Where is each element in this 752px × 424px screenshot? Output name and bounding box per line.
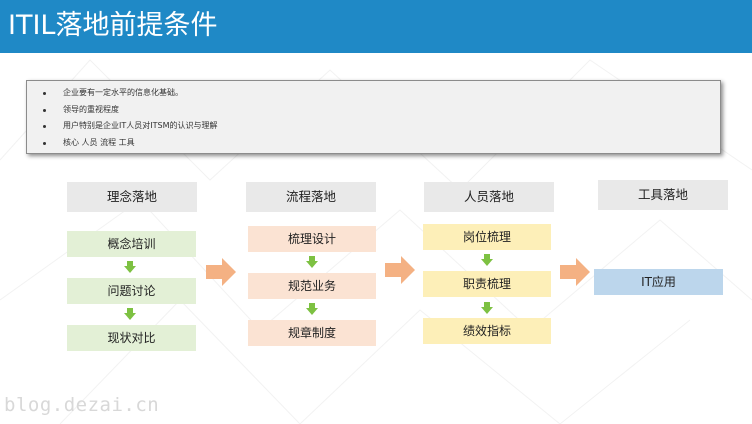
column-heading-people: 人员落地 [424,182,554,212]
bullet-icon [43,141,46,145]
page-title: ITIL落地前提条件 [8,10,218,41]
right-arrow-icon [560,258,590,286]
bullet-icon [43,92,46,95]
down-arrow-icon [306,256,318,268]
bullet-text: 用户特别是企业IT人员对ITSM的认识与理解 [63,121,218,130]
right-arrow-icon [385,256,415,284]
bullet-item: 用户特别是企业IT人员对ITSM的认识与理解 [43,118,720,135]
step-box: 规章制度 [248,320,376,346]
step-box: IT应用 [594,269,723,295]
bullet-item: 核心 人员 流程 工具 [43,135,720,152]
prerequisite-list: 企业要有一定水平的信息化基础。 领导的重视程度 用户特别是企业IT人员对ITSM… [43,85,720,151]
prerequisite-panel: 企业要有一定水平的信息化基础。 领导的重视程度 用户特别是企业IT人员对ITSM… [26,80,721,154]
step-box: 职责梳理 [423,271,551,297]
down-arrow-icon [124,308,136,320]
bullet-item: 领导的重视程度 [43,102,720,119]
bullet-text: 企业要有一定水平的信息化基础。 [63,88,183,97]
down-arrow-icon [124,261,136,273]
bullet-text: 核心 人员 流程 工具 [63,137,135,147]
watermark: blog.dezai.cn [4,394,160,416]
bullet-icon [43,108,46,112]
step-box: 岗位梳理 [423,224,551,250]
down-arrow-icon [481,302,493,314]
step-box: 梳理设计 [248,226,376,252]
step-box: 概念培训 [67,231,196,257]
step-box: 问题讨论 [67,278,196,304]
title-bar: ITIL落地前提条件 [0,0,752,53]
down-arrow-icon [481,254,493,266]
step-box: 规范业务 [248,273,376,299]
down-arrow-icon [306,303,318,315]
right-arrow-icon [206,258,236,286]
bullet-icon [43,125,46,128]
step-box: 现状对比 [67,325,196,351]
bullet-item: 企业要有一定水平的信息化基础。 [43,85,720,102]
column-heading-process: 流程落地 [246,182,376,212]
column-heading-tools: 工具落地 [598,180,728,210]
background-polygons [0,59,752,424]
column-heading-concept: 理念落地 [67,182,197,212]
bullet-text: 领导的重视程度 [63,104,119,114]
step-box: 绩效指标 [423,318,551,344]
